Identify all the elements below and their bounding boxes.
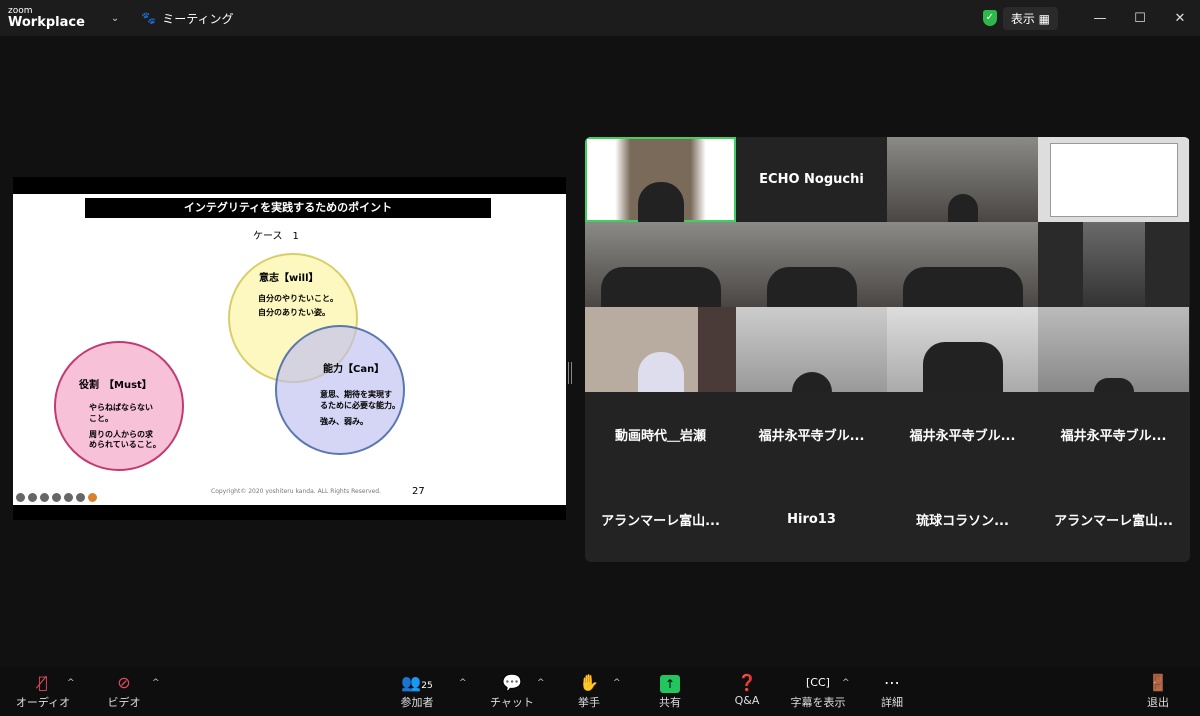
- slide: インテグリティを実践するためのポイント ケース 1 意志【will】 自分のやり…: [13, 194, 566, 505]
- video-tile[interactable]: [585, 307, 736, 392]
- participants-button[interactable]: 👥25 参加者: [382, 672, 452, 710]
- audio-caret-icon[interactable]: ^: [67, 678, 75, 688]
- will-text: 自分のやりたいこと。 自分のありたい姿。: [258, 294, 338, 317]
- video-tile[interactable]: [887, 137, 1038, 222]
- view-button[interactable]: 表示 ▦: [1002, 6, 1058, 30]
- leave-button[interactable]: 🚪 退出: [1123, 672, 1193, 710]
- participant-grid: ECHO Noguchi 動画時代＿岩瀬 福井永平寺ブル... 福井永平寺ブル.…: [585, 137, 1190, 562]
- participant-name: ECHO Noguchi: [759, 172, 864, 187]
- participant-name: アランマーレ富山...: [601, 514, 720, 529]
- qa-label: Q&A: [734, 694, 760, 707]
- title-bar: zoom Workplace ⌄ 🐾 ミーティング ✓ 表示 ▦ — ☐ ✕: [0, 0, 1200, 36]
- participant-tile[interactable]: 福井永平寺ブル...: [1038, 392, 1189, 477]
- participant-name: 福井永平寺ブル...: [758, 429, 865, 444]
- share-button[interactable]: ↑ 共有: [635, 672, 705, 710]
- participant-name: 琉球コラソン...: [916, 514, 1009, 529]
- video-tile[interactable]: [1038, 307, 1189, 392]
- video-button[interactable]: ⊘ ビデオ: [89, 672, 159, 710]
- can-text: 意思、期待を実現す るために必要な能力。 強み、弱み。: [320, 390, 400, 426]
- video-tile[interactable]: [1038, 222, 1189, 307]
- participant-tile[interactable]: 動画時代＿岩瀬: [585, 392, 736, 477]
- captions-caret-icon[interactable]: ^: [842, 678, 850, 688]
- participant-tile[interactable]: 福井永平寺ブル...: [736, 392, 887, 477]
- will-heading: 意志【will】: [259, 273, 319, 284]
- participant-name: Hiro13: [787, 512, 836, 527]
- subtitle-icon[interactable]: [52, 493, 61, 502]
- video-tile-shared-slide[interactable]: [1038, 137, 1189, 222]
- zoom-logo: zoom Workplace: [8, 7, 85, 30]
- captions-label: 字幕を表示: [790, 696, 846, 709]
- share-icon-wrap: ↑: [635, 672, 705, 694]
- maximize-button[interactable]: ☐: [1120, 11, 1160, 26]
- share-arrow-icon: ↑: [660, 675, 680, 693]
- participant-tile[interactable]: ECHO Noguchi: [736, 137, 887, 222]
- more-icon: ⋯: [884, 673, 900, 692]
- more-label: 詳細: [881, 696, 903, 709]
- leave-label: 退出: [1147, 696, 1169, 709]
- video-label: ビデオ: [107, 696, 141, 709]
- qa-icon: ❓: [737, 673, 757, 692]
- pen-icon[interactable]: [28, 493, 37, 502]
- camera-icon[interactable]: [64, 493, 73, 502]
- participant-tile[interactable]: アランマーレ富山...: [585, 477, 736, 562]
- raise-hand-label: 挙手: [578, 696, 600, 709]
- participants-caret-icon[interactable]: ^: [459, 678, 467, 688]
- participant-tile[interactable]: アランマーレ富山...: [1038, 477, 1189, 562]
- participant-tile[interactable]: Hiro13: [736, 477, 887, 562]
- chat-label: チャット: [490, 696, 534, 709]
- participants-count: 25: [421, 681, 433, 691]
- more-icon[interactable]: [76, 493, 85, 502]
- shared-screen: インテグリティを実践するためのポイント ケース 1 意志【will】 自分のやり…: [13, 177, 566, 520]
- participant-name: 動画時代＿岩瀬: [614, 429, 706, 444]
- close-button[interactable]: ✕: [1160, 11, 1200, 26]
- meeting-menu[interactable]: 🐾 ミーティング: [141, 10, 233, 27]
- must-heading: 役割 【Must】: [79, 380, 152, 391]
- back-icon[interactable]: [16, 493, 25, 502]
- participant-name: 福井永平寺ブル...: [1060, 429, 1167, 444]
- brand: Workplace: [8, 15, 85, 30]
- video-tile[interactable]: [585, 222, 736, 307]
- copyright: Copyright© 2020 yoshiteru kanda. ALL Rig…: [211, 488, 381, 495]
- participant-name: 福井永平寺ブル...: [909, 429, 1016, 444]
- meeting-label: ミーティング: [162, 11, 234, 26]
- video-tile[interactable]: [887, 222, 1038, 307]
- qa-button[interactable]: ❓ Q&A: [712, 672, 782, 707]
- meeting-toolbar: 🎙̸ オーディオ ^ ⊘ ビデオ ^ 👥25 参加者 ^ 💬 チャット ^ ✋ 挙手 ^ …: [0, 666, 1200, 716]
- shield-check-icon[interactable]: ✓: [982, 10, 997, 26]
- participants-label: 参加者: [400, 696, 434, 709]
- paw-icon: 🐾: [141, 11, 157, 25]
- leave-icon: 🚪: [1148, 673, 1168, 692]
- split-handle[interactable]: [568, 362, 572, 384]
- video-tile-active-speaker[interactable]: [585, 137, 736, 222]
- participant-tile[interactable]: 福井永平寺ブル...: [887, 392, 1038, 477]
- video-tile[interactable]: [736, 307, 887, 392]
- view-label: 表示: [1010, 11, 1035, 26]
- video-tile[interactable]: [736, 222, 887, 307]
- minimize-button[interactable]: —: [1080, 11, 1120, 26]
- chevron-down-icon[interactable]: ⌄: [111, 13, 119, 24]
- video-tile[interactable]: [887, 307, 1038, 392]
- can-heading: 能力【Can】: [323, 364, 385, 375]
- more-button[interactable]: ⋯ 詳細: [857, 672, 927, 710]
- must-text: やらねばならない こと。 周りの人からの求 められていること。: [89, 403, 161, 450]
- video-caret-icon[interactable]: ^: [152, 678, 160, 688]
- zoom-icon[interactable]: [40, 493, 49, 502]
- share-label: 共有: [659, 696, 681, 709]
- video-off-icon: ⊘: [117, 673, 131, 692]
- participant-tile[interactable]: 琉球コラソン...: [887, 477, 1038, 562]
- slide-title: インテグリティを実践するためのポイント: [85, 198, 491, 218]
- hand-caret-icon[interactable]: ^: [613, 678, 621, 688]
- page-number: 27: [412, 486, 425, 497]
- pointer-icon[interactable]: [88, 493, 97, 502]
- slide-toolbar[interactable]: [16, 493, 97, 502]
- slide-case: ケース 1: [253, 231, 299, 242]
- participants-icon: 👥25: [401, 673, 433, 692]
- audio-label: オーディオ: [15, 696, 71, 709]
- chat-caret-icon[interactable]: ^: [537, 678, 545, 688]
- grid-icon: ▦: [1038, 11, 1050, 26]
- participant-name: アランマーレ富山...: [1054, 514, 1173, 529]
